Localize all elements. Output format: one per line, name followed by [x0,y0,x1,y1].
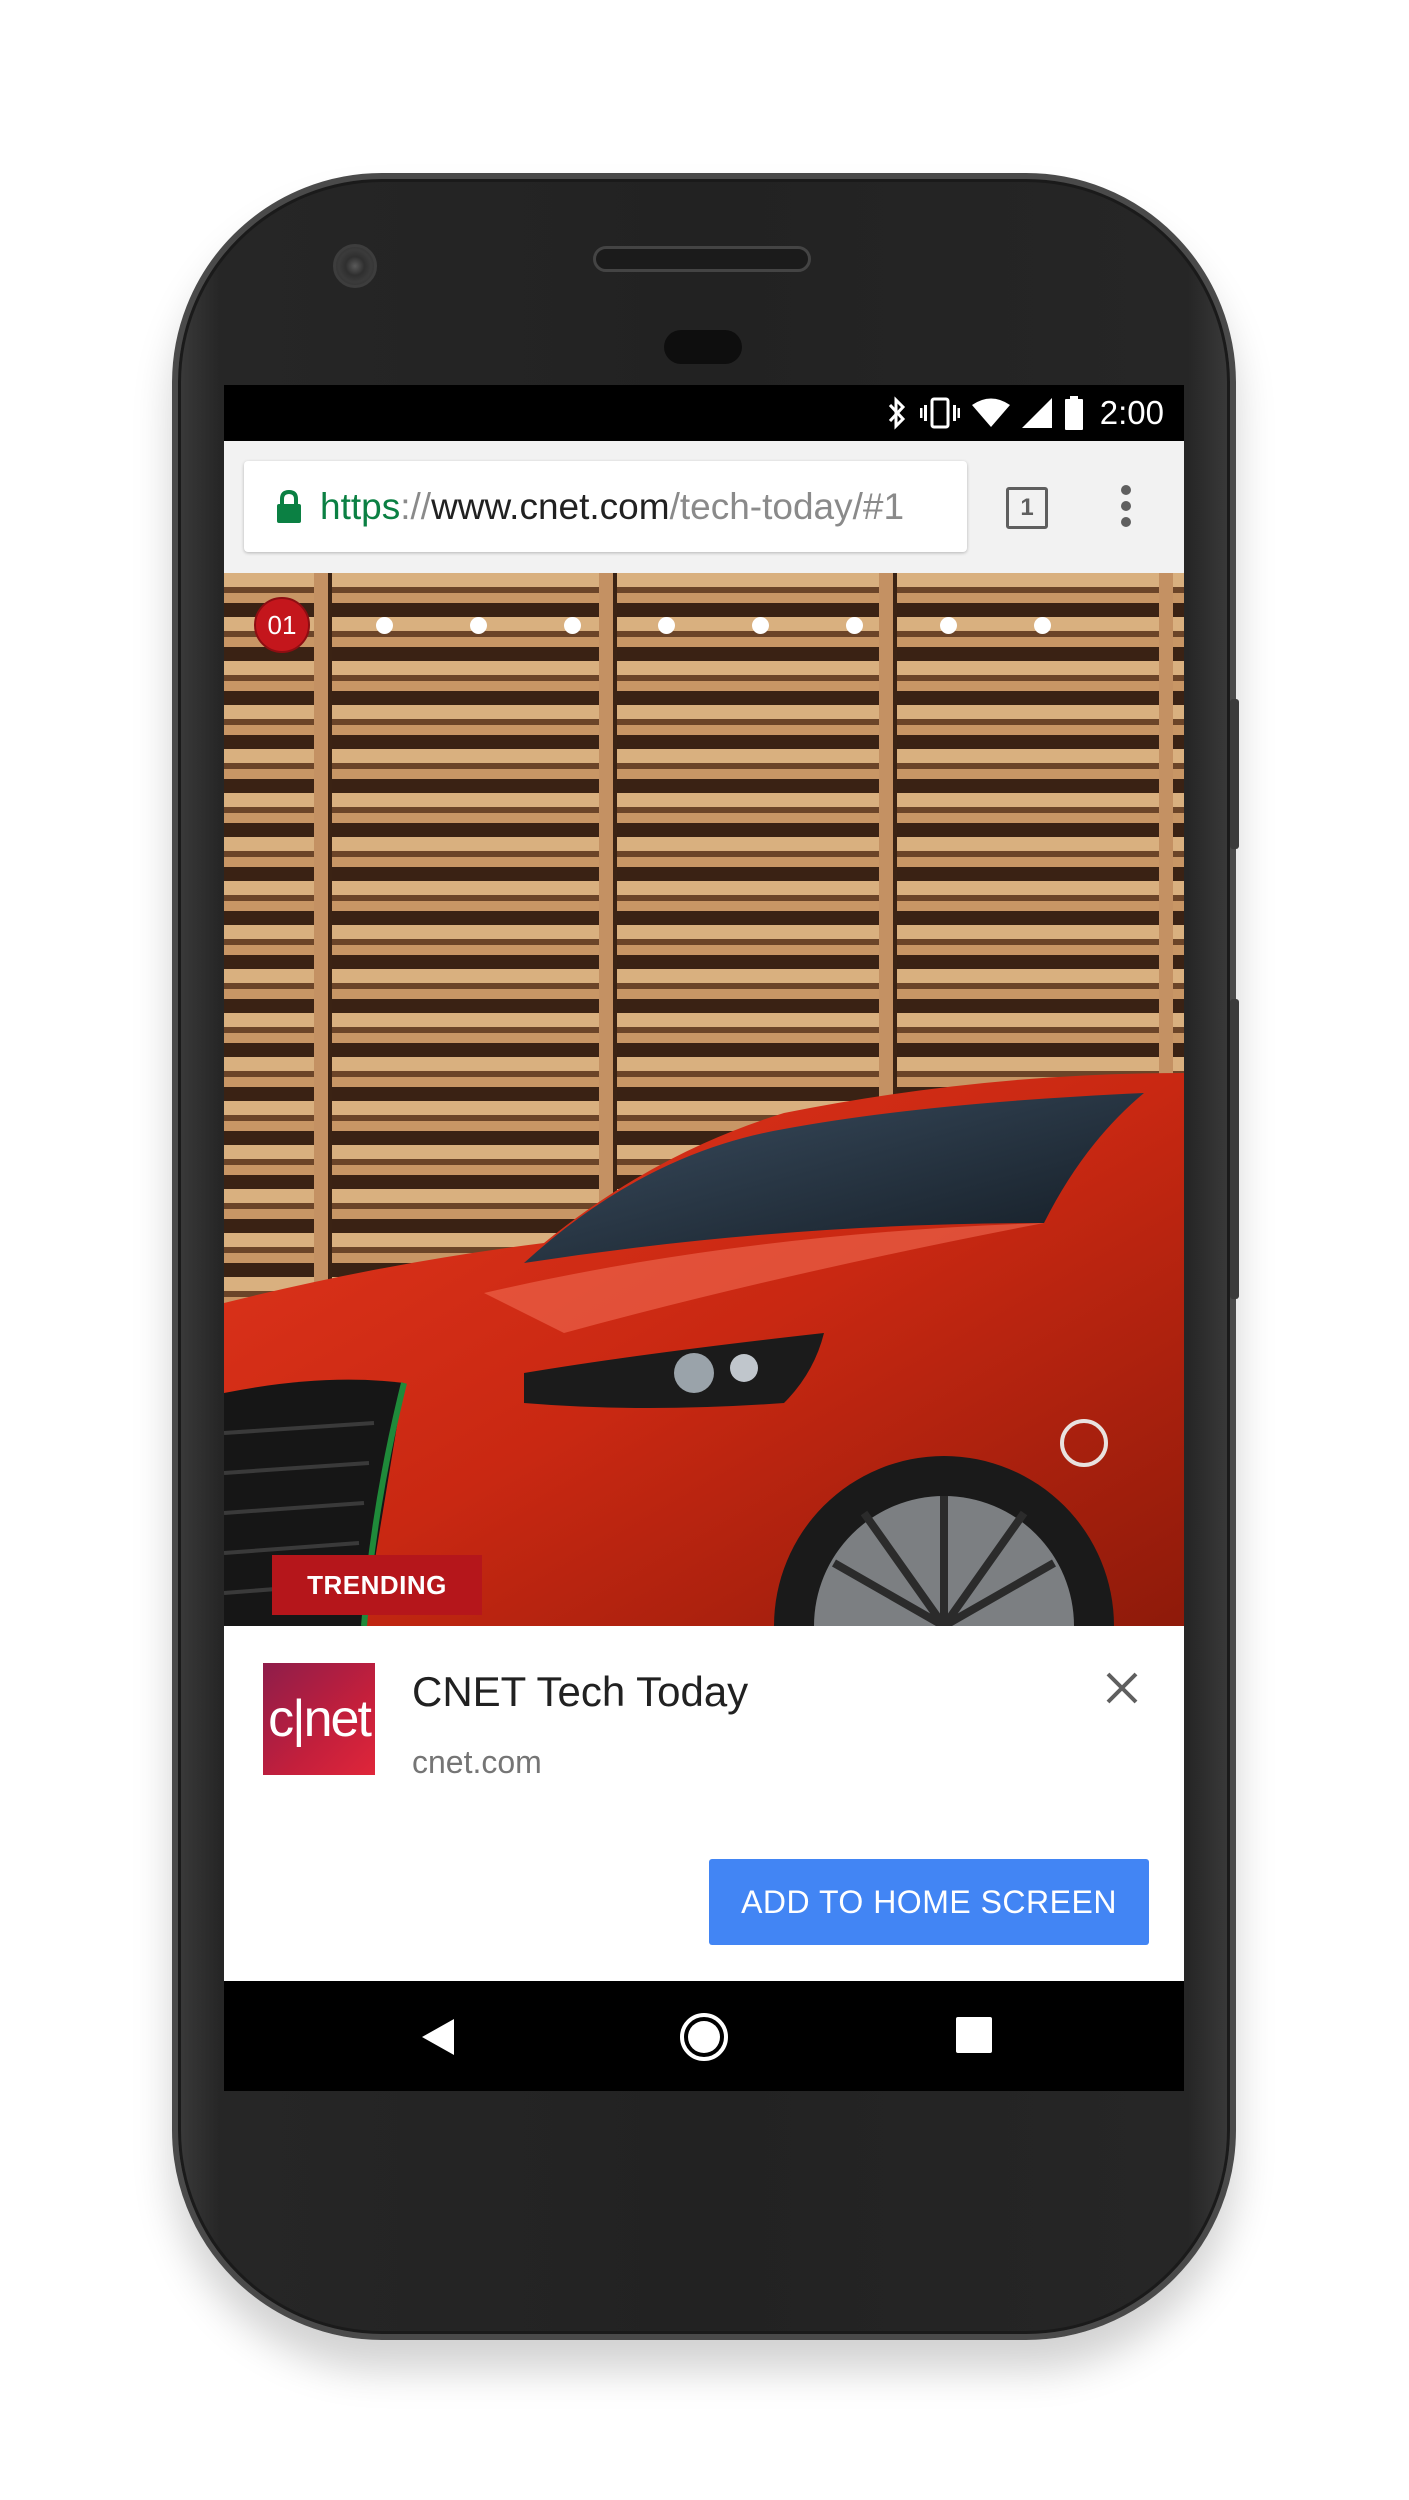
home-icon[interactable] [678,2011,730,2063]
url-scheme: https [320,485,401,527]
url-host: www.cnet.com [431,485,670,527]
wifi-icon [971,398,1010,427]
volume-button [1230,999,1239,1299]
signal-icon [1021,398,1052,428]
back-icon[interactable] [420,2017,456,2057]
status-icons: 2:00 [886,393,1164,433]
hero-illustration [224,573,1184,1626]
front-camera [333,244,377,288]
slide-number-badge[interactable]: 01 [254,597,310,653]
slide-dot[interactable] [658,617,675,634]
browser-toolbar: https://www.cnet.com/tech-today/#1 1 [224,441,1184,573]
system-nav-bar [224,1981,1184,2091]
slide-dot[interactable] [1034,617,1051,634]
app-title: CNET Tech Today [412,1668,749,1715]
hero-image[interactable]: 01 TRENDING [224,573,1184,1626]
earpiece-speaker [593,246,811,272]
app-url: cnet.com [412,1744,542,1780]
recents-icon[interactable] [956,2017,992,2053]
url-text[interactable]: https://www.cnet.com/tech-today/#1 [320,486,940,528]
vibrate-icon [919,397,960,429]
slide-dot[interactable] [940,617,957,634]
tab-switcher-icon[interactable]: 1 [1006,487,1048,529]
bluetooth-icon [888,396,905,430]
overflow-menu-icon[interactable] [1120,485,1132,531]
slide-dot[interactable] [846,617,863,634]
slide-dot[interactable] [752,617,769,634]
url-path: /tech-today/#1 [669,485,905,527]
slide-dot[interactable] [470,617,487,634]
slide-dot[interactable] [564,617,581,634]
url-separator: :// [400,485,432,527]
proximity-sensor [664,330,742,364]
trending-badge: TRENDING [272,1555,482,1615]
status-bar: 2:00 [224,385,1184,441]
add-to-home-screen-button[interactable]: ADD TO HOME SCREEN [709,1859,1149,1945]
battery-icon [1064,396,1083,430]
url-bar[interactable]: https://www.cnet.com/tech-today/#1 [244,461,967,552]
close-icon[interactable] [1102,1668,1142,1708]
status-clock: 2:00 [1099,394,1164,431]
screen: 2:00 https://www.cnet.com/tech-today/#1 … [224,385,1184,2091]
add-to-home-banner: c|net CNET Tech Today cnet.com ADD TO HO… [224,1626,1184,1981]
lock-icon [277,489,301,523]
cnet-logo: c|net [263,1663,375,1775]
slide-dot[interactable] [376,617,393,634]
power-button [1230,699,1239,849]
